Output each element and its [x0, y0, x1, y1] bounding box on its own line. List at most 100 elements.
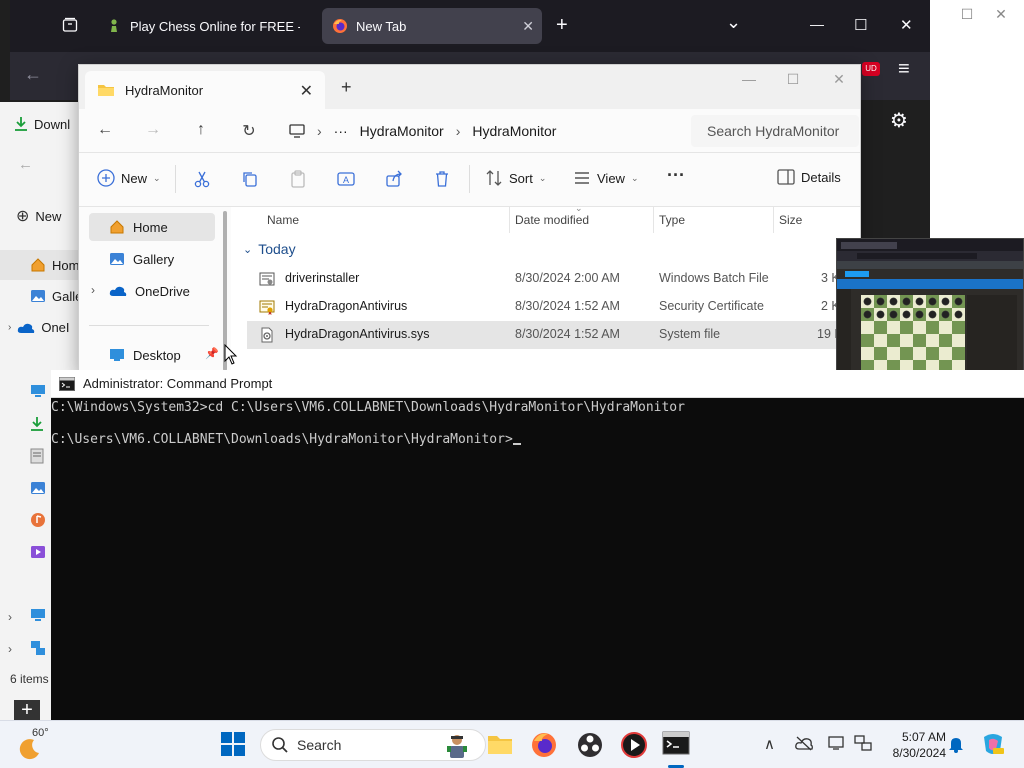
divider — [509, 207, 510, 233]
music-icon[interactable] — [30, 512, 46, 528]
breadcrumb-item[interactable]: HydraMonitor — [360, 123, 444, 139]
paste-icon[interactable] — [289, 170, 307, 188]
gallery-icon — [30, 288, 46, 304]
column-header-date[interactable]: Date modified — [515, 213, 589, 227]
clock[interactable]: 5:07 AM 8/30/2024 — [876, 729, 946, 761]
minimize-icon[interactable]: — — [739, 71, 759, 87]
breadcrumb-overflow[interactable]: ··· — [334, 123, 348, 139]
pin-icon[interactable]: 📌 — [205, 347, 219, 360]
file-row[interactable]: HydraDragonAntivirus.sys 8/30/2024 1:52 … — [247, 321, 860, 349]
display-icon[interactable] — [828, 735, 846, 751]
chevron-right-icon[interactable]: › — [8, 642, 12, 656]
close-icon[interactable]: ✕ — [900, 16, 913, 34]
terminal-taskbar-icon[interactable] — [662, 731, 690, 759]
explorer-titlebar: HydraMonitor ✕ + — ☐ ✕ — [79, 65, 860, 109]
details-button[interactable]: Details — [777, 169, 841, 185]
sort-button[interactable]: Sort ⌄ — [485, 169, 546, 187]
nav-item-desktop[interactable]: Desktop 📌 — [89, 341, 219, 369]
copilot-icon[interactable] — [980, 731, 1006, 757]
back-arrow-icon[interactable]: ← — [18, 156, 33, 173]
nav-item-onedrive[interactable]: OneDrive — [89, 277, 219, 305]
forward-arrow-icon[interactable]: → — [143, 121, 163, 139]
breadcrumb-item[interactable]: HydraMonitor — [472, 123, 556, 139]
home-icon — [30, 257, 46, 273]
cut-icon[interactable] — [193, 170, 211, 188]
tab-new-tab[interactable]: New Tab ✕ — [322, 8, 542, 44]
chevron-right-icon[interactable]: › — [317, 123, 322, 139]
settings-gear-icon[interactable]: ⚙ — [890, 108, 908, 133]
new-button[interactable]: New ⌄ — [97, 169, 161, 187]
back-arrow-icon[interactable]: ← — [95, 121, 115, 139]
close-icon[interactable]: ✕ — [829, 71, 849, 88]
column-header-size[interactable]: Size — [779, 213, 802, 227]
tab-close-icon[interactable]: ✕ — [300, 81, 313, 101]
back-arrow-icon[interactable]: ← — [24, 64, 42, 85]
nav-item-home[interactable]: Home — [89, 213, 215, 241]
file-row[interactable]: HydraDragonAntivirus 8/30/2024 1:52 AM S… — [247, 293, 860, 321]
media-player-taskbar-icon[interactable] — [620, 731, 648, 759]
new-tab-button[interactable]: + — [556, 14, 568, 37]
up-arrow-icon[interactable]: ↑ — [191, 121, 211, 139]
search-input[interactable]: Search HydraMonitor — [691, 115, 859, 147]
column-header-name[interactable]: Name — [267, 213, 299, 227]
chevron-right-icon[interactable]: › — [456, 123, 461, 139]
file-row[interactable]: driverinstaller 8/30/2024 2:00 AM Window… — [247, 265, 860, 293]
copy-icon[interactable] — [241, 170, 259, 188]
tray-expand-icon[interactable]: ∧ — [764, 735, 775, 753]
nav-item-home[interactable]: Home — [0, 250, 87, 280]
menu-icon[interactable]: ≡ — [898, 58, 910, 81]
network-icon[interactable] — [854, 735, 872, 751]
group-header-today[interactable]: ⌄ Today — [243, 241, 296, 257]
cloud-offline-icon[interactable] — [794, 735, 814, 751]
delete-icon[interactable] — [433, 170, 451, 188]
minimize-icon[interactable]: — — [810, 16, 824, 32]
pictures-icon[interactable] — [30, 480, 46, 496]
obs-taskbar-icon[interactable] — [576, 731, 604, 759]
chess-square — [939, 347, 952, 360]
status-items-count: 6 items — [10, 672, 49, 686]
search-highlight-icon — [443, 732, 471, 760]
share-icon[interactable] — [385, 170, 403, 188]
bg-maximize-icon[interactable]: ☐ — [958, 6, 976, 24]
extension-badge[interactable]: UD — [862, 62, 880, 76]
view-button[interactable]: View ⌄ — [573, 169, 639, 187]
sort-icon — [485, 169, 503, 187]
file-type: System file — [659, 327, 721, 341]
nav-item-gallery[interactable]: Gallery — [89, 245, 219, 273]
network-icon[interactable] — [30, 640, 46, 656]
tab-close-icon[interactable]: ✕ — [522, 18, 534, 35]
cmd-output[interactable]: C:\Windows\System32>cd C:\Users\VM6.COLL… — [51, 400, 1024, 720]
chess-piece — [863, 297, 872, 306]
downloads-nav-icon[interactable] — [30, 416, 44, 432]
command-prompt-window[interactable]: Administrator: Command Prompt C:\Windows… — [51, 370, 1024, 720]
firefox-taskbar-icon[interactable] — [530, 731, 558, 759]
this-pc-icon[interactable] — [30, 608, 46, 622]
chevron-right-icon[interactable]: › — [8, 322, 11, 333]
bg-close-icon[interactable]: ✕ — [992, 6, 1010, 24]
explorer-tab[interactable]: HydraMonitor ✕ — [85, 71, 325, 109]
new-tab-button[interactable]: + — [341, 77, 352, 98]
more-options-icon[interactable]: ··· — [667, 165, 685, 186]
tab-chess[interactable]: Play Chess Online for FREE - 2 Pl — [96, 8, 322, 44]
list-all-tabs-icon[interactable]: ⌄ — [726, 12, 741, 33]
maximize-icon[interactable]: ☐ — [783, 71, 803, 88]
view-label: View — [597, 170, 625, 186]
file-explorer-taskbar-icon[interactable] — [486, 731, 514, 759]
notification-bell-icon[interactable] — [948, 735, 964, 753]
tab-overview-icon[interactable] — [62, 17, 78, 33]
rename-icon[interactable]: A — [337, 170, 355, 188]
videos-icon[interactable] — [30, 544, 46, 560]
refresh-icon[interactable]: ↻ — [239, 121, 259, 141]
column-header-type[interactable]: Type — [659, 213, 685, 227]
taskbar-search-box[interactable]: Search — [260, 729, 486, 761]
maximize-icon[interactable]: ☐ — [854, 16, 867, 34]
this-pc-icon[interactable] — [30, 384, 46, 398]
documents-icon[interactable] — [30, 448, 44, 464]
chess-square — [900, 321, 913, 334]
start-windows-icon[interactable] — [220, 731, 248, 759]
cmd-line: C:\Windows\System32>cd C:\Users\VM6.COLL… — [51, 400, 685, 415]
address-bar[interactable]: › ··· HydraMonitor › HydraMonitor — [279, 115, 684, 147]
chevron-right-icon[interactable]: › — [8, 610, 12, 624]
nav-item-onedrive[interactable]: › OneI — [8, 320, 88, 335]
add-button[interactable]: + — [14, 700, 40, 722]
